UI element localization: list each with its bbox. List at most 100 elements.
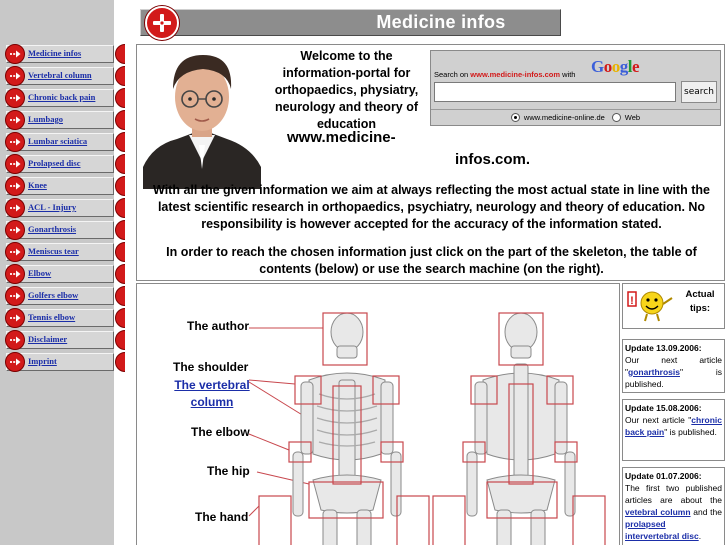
welcome-panel: Welcome to the information-portal for or… xyxy=(136,44,725,281)
page-title: Medicine infos xyxy=(376,12,506,32)
sidebar-item-link[interactable]: Elbow xyxy=(28,268,51,278)
arrow-bullet-icon xyxy=(5,220,25,240)
sidebar-item-cap-icon xyxy=(115,286,125,306)
sidebar-nav: Medicine infos Vertebral column Chronic ba… xyxy=(2,44,126,374)
google-search-box: Google Search on www.medicine-infos.com … xyxy=(430,50,721,126)
sidebar-item-cap-icon xyxy=(115,352,125,372)
skeleton-panel: The author The shoulder The vertebral co… xyxy=(136,283,620,545)
arrow-bullet-icon xyxy=(5,330,25,350)
sidebar-item-link[interactable]: Imprint xyxy=(28,356,57,366)
sidebar-item-link[interactable]: Meniscus tear xyxy=(28,246,79,256)
tip-item-2: Update 15.08.2006: Our next article "chr… xyxy=(622,399,725,461)
arrow-bullet-icon xyxy=(5,66,25,86)
arrow-bullet-icon xyxy=(5,308,25,328)
sidebar-item-link[interactable]: Chronic back pain xyxy=(28,92,95,102)
page-header: Medicine infos xyxy=(140,9,561,36)
tip-item-3: Update 01.07.2006: The first two publish… xyxy=(622,467,725,545)
sidebar-item-link[interactable]: Golfers elbow xyxy=(28,290,78,300)
sidebar-item[interactable]: Gonarthrosis xyxy=(2,220,126,240)
welcome-body-navigation: In order to reach the chosen information… xyxy=(166,245,697,276)
sidebar-item[interactable]: Knee xyxy=(2,176,126,196)
sidebar-item[interactable]: Disclaimer xyxy=(2,330,126,350)
search-input[interactable] xyxy=(434,82,676,102)
radio-web-label: Web xyxy=(624,113,641,122)
sidebar-item-cap-icon xyxy=(115,264,125,284)
sidebar-item-link[interactable]: Tennis elbow xyxy=(28,312,75,322)
welcome-intro: Welcome to the information-portal for or… xyxy=(274,49,419,131)
sidebar-item-link[interactable]: Lumbago xyxy=(28,114,63,124)
sidebar-item[interactable]: Chronic back pain xyxy=(2,88,126,108)
sidebar-item-cap-icon xyxy=(115,242,125,262)
sidebar-item-cap-icon xyxy=(115,110,125,130)
sidebar-item-cap-icon xyxy=(115,330,125,350)
sidebar-item[interactable]: Vertebral column xyxy=(2,66,126,86)
tip-text: The first two published articles are abo… xyxy=(625,483,722,505)
site-name-part1: www.medicine- xyxy=(287,129,396,146)
tip-date: Update 01.07.2006: xyxy=(625,471,702,481)
tip-text: Our next article " xyxy=(625,415,692,425)
sidebar-item[interactable]: Elbow xyxy=(2,264,126,284)
author-photo xyxy=(143,49,261,189)
tip-link-vetebral-column[interactable]: vetebral column xyxy=(625,507,691,517)
sidebar-item[interactable]: Lumbar sciatica xyxy=(2,132,126,152)
sidebar-item-cap-icon xyxy=(115,198,125,218)
sidebar-item-cap-icon xyxy=(115,154,125,174)
sidebar-item[interactable]: Imprint xyxy=(2,352,126,372)
sidebar-item-cap-icon xyxy=(115,132,125,152)
search-scope-options: www.medicine-online.de Web xyxy=(431,109,720,125)
arrow-bullet-icon xyxy=(5,110,25,130)
tip-text: and the xyxy=(690,507,722,517)
radio-site-label: www.medicine-online.de xyxy=(523,113,605,122)
tip-item-1: Update 13.09.2006: Our next article "gon… xyxy=(622,339,725,393)
arrow-bullet-icon xyxy=(5,132,25,152)
svg-text:!: ! xyxy=(630,295,634,307)
google-logo: Google xyxy=(591,57,640,76)
tip-date: Update 13.09.2006: xyxy=(625,343,702,353)
arrow-bullet-icon xyxy=(5,198,25,218)
radio-web[interactable] xyxy=(611,113,621,122)
smiley-icon: ! xyxy=(627,291,673,322)
arrow-bullet-icon xyxy=(5,44,25,64)
sidebar-item-cap-icon xyxy=(115,44,125,64)
actual-tips: ! Actual tips: Update 13.09.2006: Our ne… xyxy=(622,283,725,545)
sidebar-item[interactable]: Meniscus tear xyxy=(2,242,126,262)
sidebar-item-cap-icon xyxy=(115,220,125,240)
search-button[interactable]: search xyxy=(681,81,717,103)
tip-text: " is published. xyxy=(664,427,717,437)
arrow-bullet-icon xyxy=(5,286,25,306)
tips-title: Actual tips: xyxy=(685,289,715,314)
sidebar-item-link[interactable]: Prolapsed disc xyxy=(28,158,81,168)
sidebar-item-link[interactable]: ACL - Injury xyxy=(28,202,76,212)
tip-link-prolapsed-disc[interactable]: prolapsed intervertebral disc xyxy=(625,519,699,541)
welcome-body-accuracy: With all the given information we aim at… xyxy=(153,183,710,231)
tip-link-gonarthrosis[interactable]: gonarthrosis xyxy=(628,367,680,377)
sidebar-item-link[interactable]: Lumbar sciatica xyxy=(28,136,87,146)
medical-cross-logo-icon xyxy=(145,6,179,40)
sidebar-item[interactable]: Golfers elbow xyxy=(2,286,126,306)
sidebar-item[interactable]: Prolapsed disc xyxy=(2,154,126,174)
tips-header: ! Actual tips: xyxy=(622,283,725,329)
skeleton-illustration[interactable] xyxy=(137,284,620,545)
sidebar-item[interactable]: Tennis elbow xyxy=(2,308,126,328)
arrow-bullet-icon xyxy=(5,88,25,108)
sidebar-item-link[interactable]: Medicine infos xyxy=(28,48,81,58)
arrow-bullet-icon xyxy=(5,352,25,372)
sidebar-item-link[interactable]: Disclaimer xyxy=(28,334,67,344)
radio-site[interactable] xyxy=(510,113,520,122)
tip-date: Update 15.08.2006: xyxy=(625,403,702,413)
sidebar-item[interactable]: ACL - Injury xyxy=(2,198,126,218)
arrow-bullet-icon xyxy=(5,264,25,284)
arrow-bullet-icon xyxy=(5,176,25,196)
sidebar-item[interactable]: Lumbago xyxy=(2,110,126,130)
sidebar-item-cap-icon xyxy=(115,88,125,108)
sidebar-item[interactable]: Medicine infos xyxy=(2,44,126,64)
sidebar-item-cap-icon xyxy=(115,176,125,196)
arrow-bullet-icon xyxy=(5,154,25,174)
arrow-bullet-icon xyxy=(5,242,25,262)
sidebar-item-link[interactable]: Gonarthrosis xyxy=(28,224,76,234)
tip-text: . xyxy=(698,531,702,541)
sidebar-item-cap-icon xyxy=(115,66,125,86)
sidebar-item-link[interactable]: Vertebral column xyxy=(28,70,92,80)
sidebar-item-cap-icon xyxy=(115,308,125,328)
sidebar-item-link[interactable]: Knee xyxy=(28,180,47,190)
